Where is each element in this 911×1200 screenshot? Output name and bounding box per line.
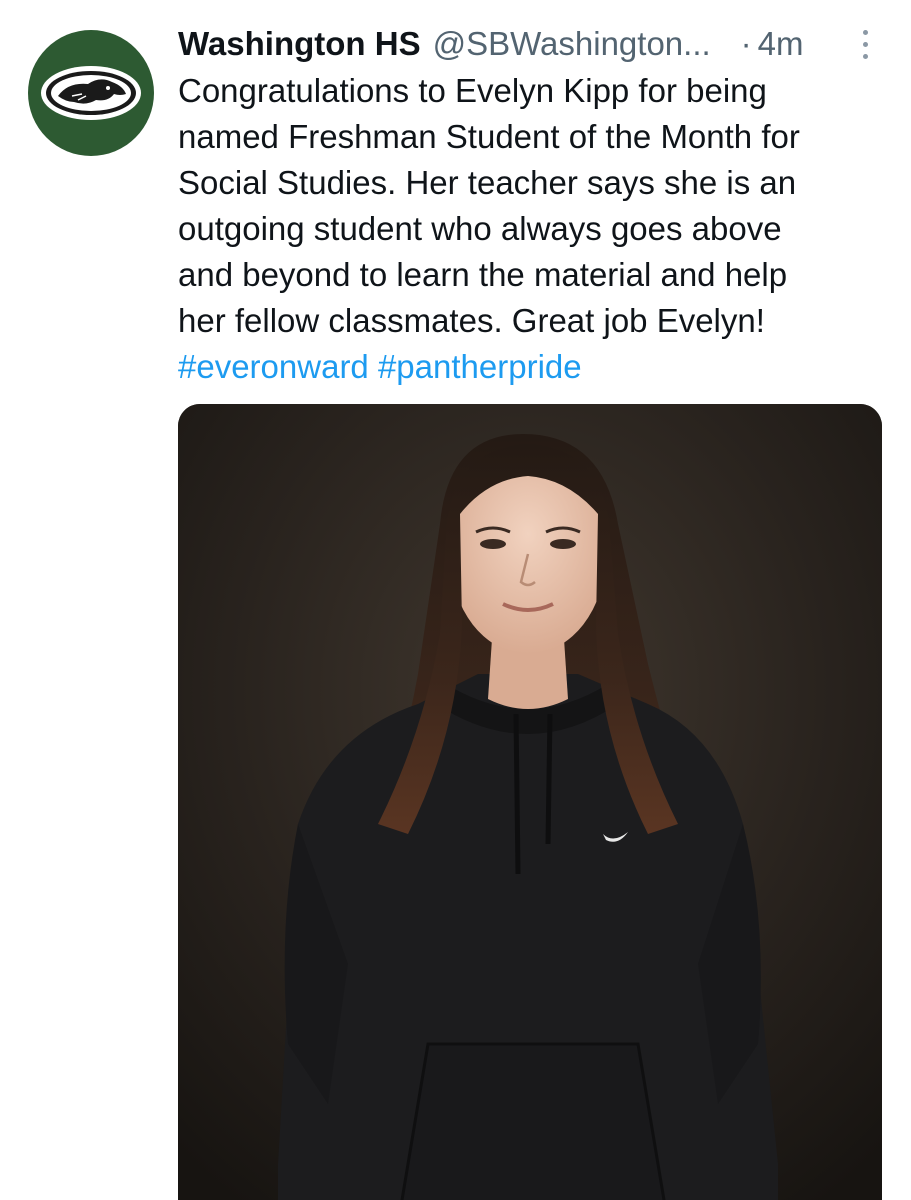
- tweet-text-line: her fellow classmates. Great job Evelyn!: [178, 302, 765, 339]
- panther-logo-icon: [41, 66, 141, 120]
- user-handle[interactable]: @SBWashington...: [433, 22, 711, 66]
- hashtag-link[interactable]: #pantherpride: [378, 348, 582, 385]
- tweet-text: Congratulations to Evelyn Kipp for being…: [178, 68, 878, 390]
- tweet-text-line: Social Studies. Her teacher says she is …: [178, 164, 797, 201]
- tweet-text-line: Congratulations to Evelyn Kipp for being: [178, 72, 767, 109]
- tweet-text-line: outgoing student who always goes above: [178, 210, 782, 247]
- more-vertical-icon[interactable]: [856, 28, 876, 62]
- display-name[interactable]: Washington HS: [178, 22, 421, 66]
- tweet-text-line: and beyond to learn the material and hel…: [178, 256, 788, 293]
- student-portrait: [178, 404, 882, 1200]
- tweet-photo[interactable]: [178, 404, 882, 1200]
- tweet-text-line: named Freshman Student of the Month for: [178, 118, 800, 155]
- separator-dot: ·: [740, 25, 752, 62]
- hashtag-link[interactable]: #everonward: [178, 348, 369, 385]
- tweet-header: Washington HS @SBWashington... · 4m: [178, 22, 878, 66]
- hashtag-line: #everonward #pantherpride: [178, 344, 878, 390]
- tweet[interactable]: Washington HS @SBWashington... · 4m Cong…: [0, 0, 911, 1200]
- avatar[interactable]: [28, 30, 154, 156]
- timestamp[interactable]: 4m: [758, 22, 804, 66]
